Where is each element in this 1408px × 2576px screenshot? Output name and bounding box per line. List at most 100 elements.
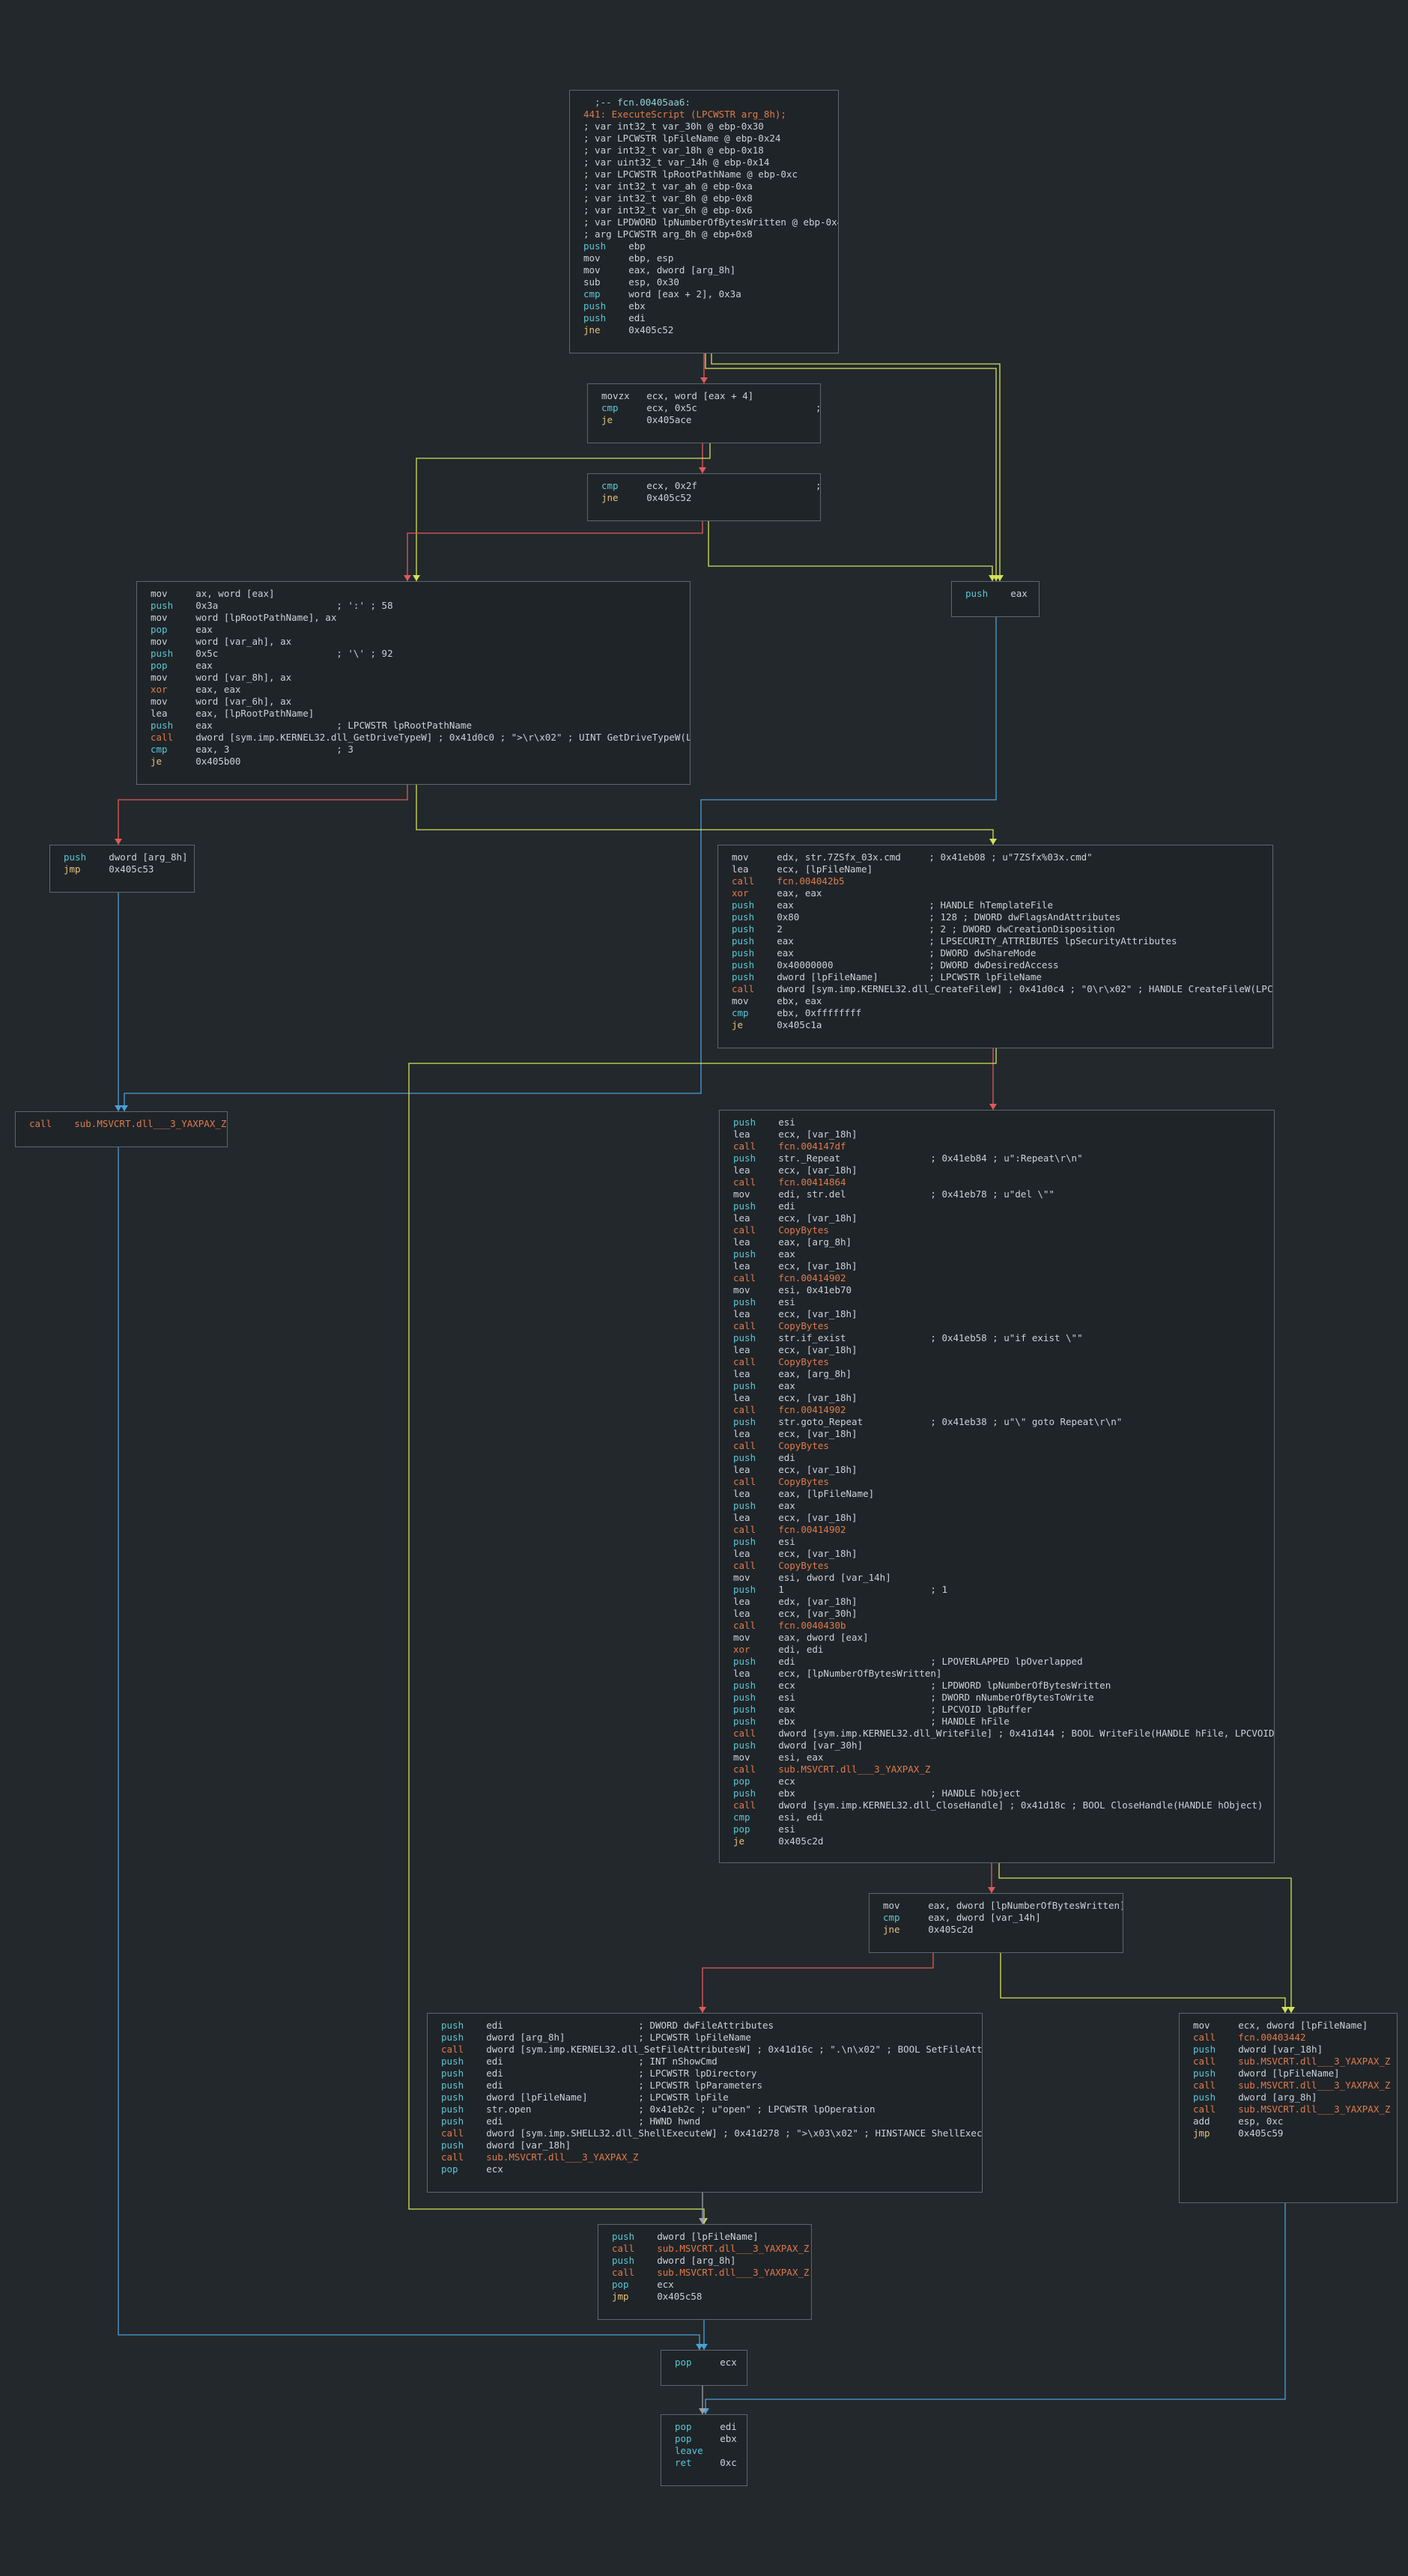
asm-line[interactable]: call dword [sym.imp.KERNEL32.dll_CloseHa… xyxy=(733,1799,1274,1811)
asm-line[interactable]: push dword [var_18h] xyxy=(441,2139,982,2151)
asm-line[interactable]: push dword [lpFileName] xyxy=(1193,2068,1397,2080)
asm-line[interactable]: push esi xyxy=(733,1536,1274,1548)
asm-line[interactable]: call sub.MSVCRT.dll___3_YAXPAX_Z xyxy=(1193,2056,1397,2068)
asm-line[interactable]: lea ecx, [var_18h] xyxy=(733,1344,1274,1356)
asm-line[interactable]: pop eax xyxy=(151,660,690,672)
basic-block-b2[interactable]: cmp ecx, 0x2f ; 47 jne 0x405c52 xyxy=(587,473,821,521)
asm-line[interactable]: push edi ; DWORD dwFileAttributes xyxy=(441,2020,982,2032)
asm-line[interactable]: push eax ; LPCVOID lpBuffer xyxy=(733,1704,1274,1716)
asm-line[interactable]: push ebx ; HANDLE hObject xyxy=(733,1787,1274,1799)
basic-block-b3[interactable]: push eax xyxy=(951,581,1040,617)
asm-line[interactable]: mov eax, dword [arg_8h] xyxy=(583,264,838,276)
asm-line[interactable]: cmp eax, 3 ; 3 xyxy=(151,744,690,756)
asm-line[interactable]: pop eax xyxy=(151,624,690,636)
asm-line[interactable]: pop ecx xyxy=(612,2279,811,2291)
asm-line[interactable]: lea ecx, [var_18h] xyxy=(733,1512,1274,1524)
asm-line[interactable]: lea ecx, [var_18h] xyxy=(733,1212,1274,1224)
asm-line[interactable]: push edi ; HWND hwnd xyxy=(441,2115,982,2127)
asm-line[interactable]: push edi ; LPOVERLAPPED lpOverlapped xyxy=(733,1656,1274,1668)
asm-line[interactable]: mov ebp, esp xyxy=(583,252,838,264)
asm-line[interactable]: mov word [var_8h], ax xyxy=(151,672,690,684)
basic-block-b10[interactable]: push edi ; DWORD dwFileAttributes push dw… xyxy=(427,2013,983,2193)
asm-line[interactable]: push eax ; HANDLE hTemplateFile xyxy=(732,899,1272,911)
asm-line[interactable]: ;-- fcn.00405aa6: xyxy=(583,97,838,109)
asm-line[interactable]: push dword [lpFileName] ; LPCWSTR lpFile xyxy=(441,2092,982,2103)
asm-line[interactable]: cmp esi, edi xyxy=(733,1811,1274,1823)
asm-line[interactable]: call CopyBytes xyxy=(733,1356,1274,1368)
asm-line[interactable]: je 0x405c2d xyxy=(733,1835,1274,1847)
asm-line[interactable]: cmp word [eax + 2], 0x3a xyxy=(583,288,838,300)
asm-line[interactable]: movzx ecx, word [eax + 4] xyxy=(601,390,820,402)
asm-line[interactable]: ; var uint32_t var_14h @ ebp-0x14 xyxy=(583,157,838,168)
asm-line[interactable]: cmp ebx, 0xffffffff xyxy=(732,1007,1272,1019)
asm-line[interactable]: ; arg LPCWSTR arg_8h @ ebp+0x8 xyxy=(583,228,838,240)
asm-line[interactable]: push dword [arg_8h] xyxy=(1193,2092,1397,2103)
asm-line[interactable]: push ecx ; LPDWORD lpNumberOfBytesWritte… xyxy=(733,1680,1274,1692)
asm-line[interactable]: push edi xyxy=(733,1452,1274,1464)
asm-line[interactable]: push eax ; LPCWSTR lpRootPathName xyxy=(151,720,690,732)
asm-line[interactable]: ret 0xc xyxy=(675,2457,747,2469)
asm-line[interactable]: push eax ; LPSECURITY_ATTRIBUTES lpSecur… xyxy=(732,935,1272,947)
asm-line[interactable]: ; var LPDWORD lpNumberOfBytesWritten @ e… xyxy=(583,216,838,228)
asm-line[interactable]: lea eax, [arg_8h] xyxy=(733,1236,1274,1248)
asm-line[interactable]: call CopyBytes xyxy=(733,1224,1274,1236)
basic-block-b4[interactable]: mov ax, word [eax] push 0x3a ; ':' ; 58 mo… xyxy=(136,581,691,785)
asm-line[interactable]: push edi xyxy=(733,1200,1274,1212)
asm-line[interactable]: ; var int32_t var_30h @ ebp-0x30 xyxy=(583,121,838,133)
asm-line[interactable]: push eax xyxy=(733,1380,1274,1392)
basic-block-b8[interactable]: push esi lea ecx, [var_18h] call fcn.00414… xyxy=(719,1110,1275,1863)
asm-line[interactable]: je 0x405c1a xyxy=(732,1019,1272,1031)
asm-line[interactable]: push dword [arg_8h] xyxy=(64,851,194,863)
asm-line[interactable]: lea eax, [lpFileName] xyxy=(733,1488,1274,1500)
asm-line[interactable]: push edi ; LPCWSTR lpParameters xyxy=(441,2080,982,2092)
basic-block-b5[interactable]: push dword [arg_8h] jmp 0x405c53 xyxy=(49,845,195,893)
asm-line[interactable]: push eax xyxy=(965,588,1039,600)
asm-line[interactable]: call dword [sym.imp.KERNEL32.dll_SetFile… xyxy=(441,2044,982,2056)
asm-line[interactable]: ; var int32_t var_ah @ ebp-0xa xyxy=(583,180,838,192)
asm-line[interactable]: call sub.MSVCRT.dll___3_YAXPAX_Z xyxy=(612,2267,811,2279)
asm-line[interactable]: lea ecx, [var_18h] xyxy=(733,1128,1274,1140)
asm-line[interactable]: pop esi xyxy=(733,1823,1274,1835)
asm-line[interactable]: push edi ; LPCWSTR lpDirectory xyxy=(441,2068,982,2080)
asm-line[interactable]: cmp eax, dword [var_14h] xyxy=(883,1912,1123,1924)
asm-line[interactable]: push ebx xyxy=(583,300,838,312)
asm-line[interactable]: 441: ExecuteScript (LPCWSTR arg_8h); xyxy=(583,109,838,121)
asm-line[interactable]: ; var int32_t var_6h @ ebp-0x6 xyxy=(583,204,838,216)
asm-line[interactable]: push esi ; DWORD nNumberOfBytesToWrite xyxy=(733,1692,1274,1704)
asm-line[interactable]: cmp ecx, 0x5c ; 92 xyxy=(601,402,820,414)
asm-line[interactable]: jmp 0x405c53 xyxy=(64,863,194,875)
basic-block-b1[interactable]: movzx ecx, word [eax + 4] cmp ecx, 0x5c ;… xyxy=(587,383,821,443)
asm-line[interactable]: mov edx, str.7ZSfx_03x.cmd ; 0x41eb08 ; … xyxy=(732,851,1272,863)
asm-line[interactable]: call fcn.0040430b xyxy=(733,1620,1274,1632)
asm-line[interactable]: mov esi, dword [var_14h] xyxy=(733,1572,1274,1584)
asm-line[interactable]: mov word [var_6h], ax xyxy=(151,696,690,708)
asm-line[interactable]: mov ax, word [eax] xyxy=(151,588,690,600)
asm-line[interactable]: ; var int32_t var_18h @ ebp-0x18 xyxy=(583,145,838,157)
asm-line[interactable]: call sub.MSVCRT.dll___3_YAXPAX_Z xyxy=(612,2243,811,2255)
asm-line[interactable]: add esp, 0xc xyxy=(1193,2115,1397,2127)
asm-line[interactable]: push str.if_exist ; 0x41eb58 ; u"if exis… xyxy=(733,1332,1274,1344)
asm-line[interactable]: xor edi, edi xyxy=(733,1644,1274,1656)
asm-line[interactable]: pop ecx xyxy=(733,1775,1274,1787)
asm-line[interactable]: push str.goto_Repeat ; 0x41eb38 ; u"\" g… xyxy=(733,1416,1274,1428)
asm-line[interactable]: mov ecx, dword [lpFileName] xyxy=(1193,2020,1397,2032)
asm-line[interactable]: lea ecx, [var_30h] xyxy=(733,1608,1274,1620)
asm-line[interactable]: mov eax, dword [eax] xyxy=(733,1632,1274,1644)
asm-line[interactable]: call CopyBytes xyxy=(733,1476,1274,1488)
asm-line[interactable]: cmp ecx, 0x2f ; 47 xyxy=(601,480,820,492)
asm-line[interactable]: push dword [lpFileName] xyxy=(612,2231,811,2243)
asm-line[interactable]: ; var LPCWSTR lpRootPathName @ ebp-0xc xyxy=(583,168,838,180)
basic-block-b11[interactable]: mov ecx, dword [lpFileName] call fcn.0040… xyxy=(1179,2013,1398,2203)
asm-line[interactable]: call sub.MSVCRT.dll___3_YAXPAX_Z xyxy=(1193,2103,1397,2115)
asm-line[interactable]: push dword [var_30h] xyxy=(733,1740,1274,1752)
asm-line[interactable]: push dword [var_18h] xyxy=(1193,2044,1397,2056)
asm-line[interactable]: jmp 0x405c58 xyxy=(612,2291,811,2303)
asm-line[interactable]: push eax xyxy=(733,1500,1274,1512)
asm-line[interactable]: lea ecx, [lpNumberOfBytesWritten] xyxy=(733,1668,1274,1680)
asm-line[interactable]: push 0x40000000 ; DWORD dwDesiredAccess xyxy=(732,959,1272,971)
asm-line[interactable]: push esi xyxy=(733,1117,1274,1128)
asm-line[interactable]: jne 0x405c52 xyxy=(601,492,820,504)
basic-block-b13[interactable]: pop ecx xyxy=(661,2350,747,2386)
asm-line[interactable]: push ebx ; HANDLE hFile xyxy=(733,1716,1274,1728)
asm-line[interactable]: call dword [sym.imp.SHELL32.dll_ShellExe… xyxy=(441,2127,982,2139)
